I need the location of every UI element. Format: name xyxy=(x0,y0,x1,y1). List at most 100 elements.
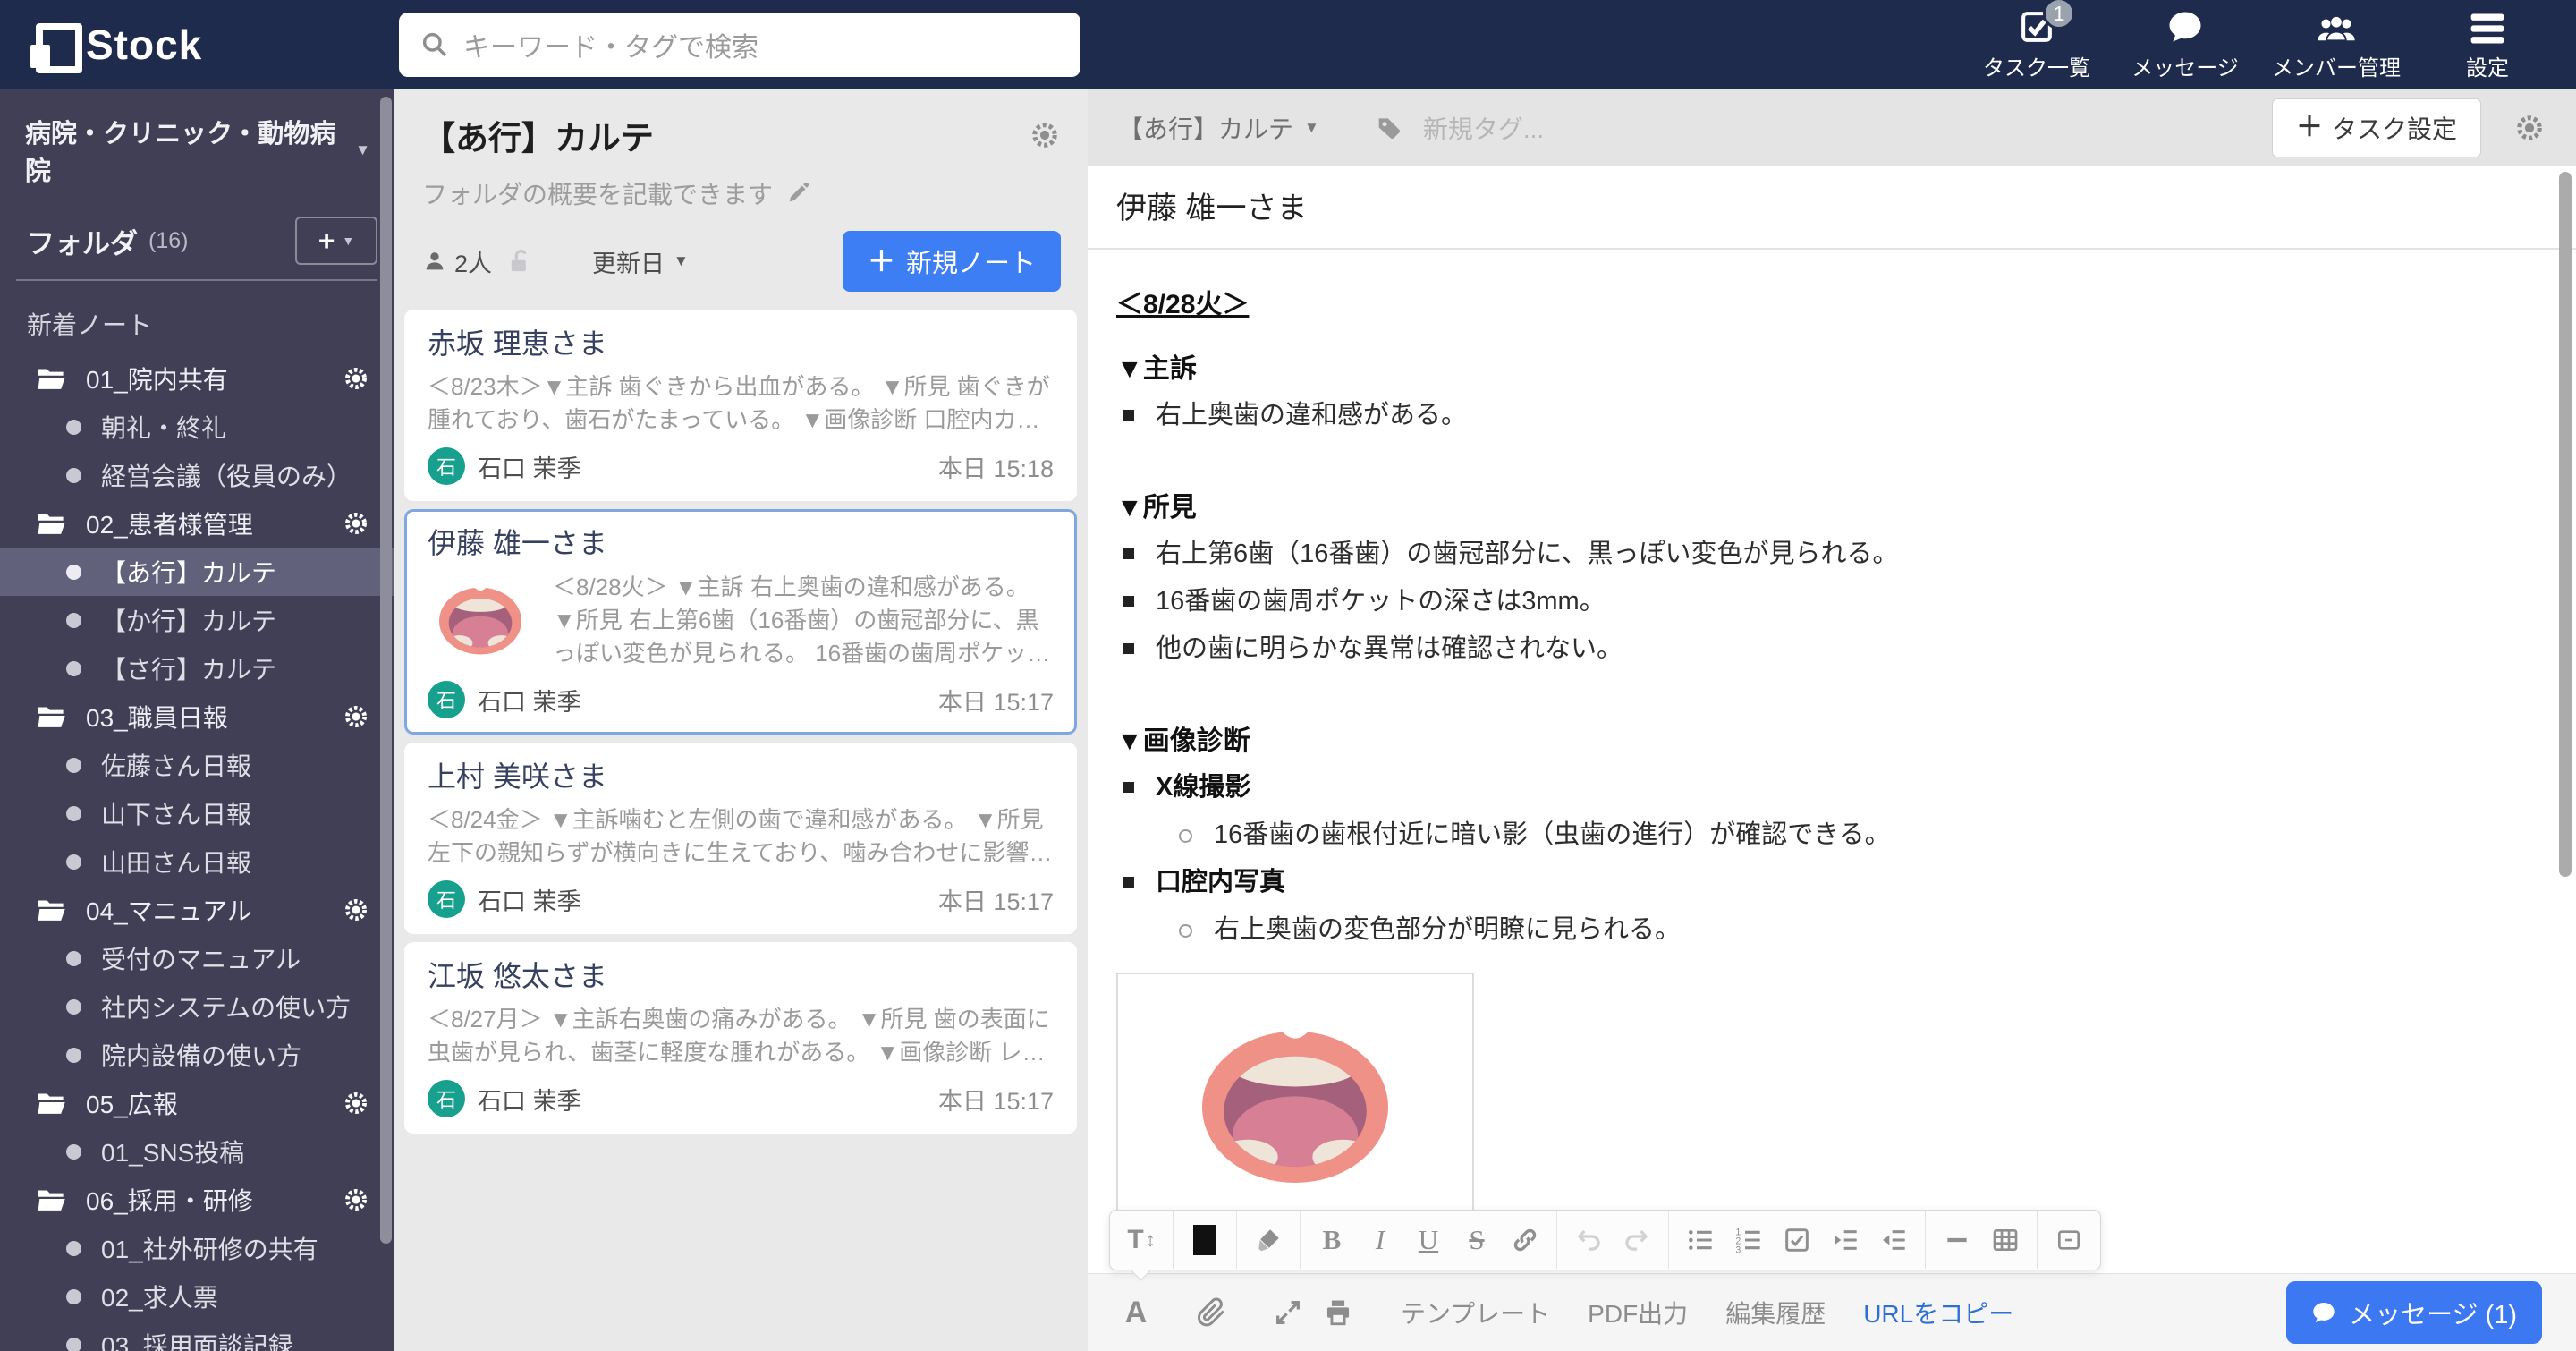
bullet-list-icon[interactable] xyxy=(1676,1216,1724,1264)
sidebar-item[interactable]: 山下さん日報 xyxy=(0,789,394,837)
gear-icon[interactable] xyxy=(342,509,370,538)
footer-link[interactable]: URLをコピー xyxy=(1863,1295,2013,1330)
footer-link[interactable]: テンプレート xyxy=(1401,1295,1550,1330)
gear-icon[interactable] xyxy=(342,1185,370,1214)
sidebar-item[interactable]: 山田さん日報 xyxy=(0,837,394,886)
note-card[interactable]: 上村 美咲さま ＜8/24金＞ ▼主訴噛むと左側の歯で違和感がある。 ▼所見 左… xyxy=(404,743,1077,934)
strikethrough-icon[interactable]: S xyxy=(1453,1216,1501,1264)
add-folder-button[interactable]: + ▼ xyxy=(295,217,377,265)
breadcrumb[interactable]: 【あ行】カルテ ▼ xyxy=(1118,110,1319,146)
table-icon[interactable] xyxy=(1981,1216,2029,1264)
folder-label: 01_院内共有 xyxy=(86,366,228,394)
sidebar-item[interactable]: 02_求人票 xyxy=(0,1272,394,1321)
text-size-icon[interactable]: T ↕ xyxy=(1117,1216,1165,1264)
checkbox-icon[interactable] xyxy=(1773,1216,1821,1264)
app-logo[interactable]: Stock xyxy=(30,0,202,89)
topnav-label: メッセージ xyxy=(2131,56,2239,81)
gear-icon[interactable] xyxy=(342,702,370,731)
footer-link[interactable]: PDF出力 xyxy=(1588,1295,1688,1330)
global-search-input[interactable]: キーワード・タグで検索 xyxy=(399,13,1080,77)
note-list-header: 【あ行】カルテ フォルダの概要を記載できます 2人 更新日 ▼ ＋ 新規ノート xyxy=(394,89,1088,310)
format-toolbar: T ↕ B I U S 1 2 3 xyxy=(1109,1210,2101,1270)
underline-icon[interactable]: U xyxy=(1404,1216,1453,1264)
item-label: 02_求人票 xyxy=(101,1284,218,1312)
note-thumbnail xyxy=(428,570,533,670)
undo-icon[interactable] xyxy=(1564,1216,1613,1264)
bullet-icon xyxy=(66,757,81,773)
note-title[interactable]: 伊藤 雄一さま xyxy=(1116,187,2537,230)
note-author: 石口 茉季 xyxy=(478,888,581,915)
editor-scrollbar[interactable] xyxy=(2559,172,2572,877)
note-preview: ＜8/28火＞ ▼主訴 右上奥歯の違和感がある。 ▼所見 右上第6歯（16番歯）… xyxy=(553,573,1051,667)
topnav-tasks[interactable]: 1 タスク一覧 xyxy=(1962,0,2111,89)
topnav-settings[interactable]: 設定 xyxy=(2413,0,2562,89)
sidebar-item[interactable]: 社内システムの使い方 xyxy=(0,982,394,1031)
sidebar-item[interactable]: 03_採用面談記録 xyxy=(0,1321,394,1351)
folder-icon xyxy=(36,511,68,536)
gear-icon[interactable] xyxy=(342,896,370,924)
task-settings-button[interactable]: ＋ タスク設定 xyxy=(2271,98,2481,157)
folder-description[interactable]: フォルダの概要を記載できます xyxy=(422,175,1061,211)
footer-link[interactable]: 編集履歴 xyxy=(1725,1295,1826,1330)
topnav-members[interactable]: メンバー管理 xyxy=(2259,0,2413,89)
color-icon[interactable] xyxy=(1181,1216,1229,1264)
sidebar-folder[interactable]: 06_採用・研修 xyxy=(0,1176,394,1224)
avatar: 石 xyxy=(428,681,465,718)
new-tag-input[interactable]: 新規タグ... xyxy=(1423,110,1691,146)
settings-icon xyxy=(2468,8,2507,46)
note-card[interactable]: 伊藤 雄一さま ＜8/28火＞ ▼主訴 右上奥歯の違和感がある。 ▼所見 右上第… xyxy=(404,509,1077,735)
gear-icon[interactable] xyxy=(342,364,370,393)
workspace-switcher[interactable]: 病院・クリニック・動物病院 ▼ xyxy=(0,89,394,193)
sidebar-folder[interactable]: 05_広報 xyxy=(0,1079,394,1127)
message-button[interactable]: メッセージ (1) xyxy=(2286,1281,2542,1344)
link-icon[interactable] xyxy=(1501,1216,1549,1264)
sidebar-folder[interactable]: 02_患者様管理 xyxy=(0,499,394,548)
note-editor-body[interactable]: 伊藤 雄一さま ＜8/28火＞ ▼主訴 右上奥歯の違和感がある。 ▼所見 右上第6歯（1… xyxy=(1088,166,2576,1274)
sidebar-item[interactable]: 01_SNS投稿 xyxy=(0,1127,394,1176)
attach-icon[interactable] xyxy=(1187,1287,1237,1338)
search-placeholder: キーワード・タグで検索 xyxy=(463,33,758,63)
new-note-button[interactable]: ＋ 新規ノート xyxy=(842,231,1061,292)
outdent-icon[interactable] xyxy=(1869,1216,1918,1264)
item-label: 【さ行】カルテ xyxy=(101,656,277,684)
bullet-item: 他の歯に明らかな異常は確認されない。 xyxy=(1116,631,2537,667)
sidebar-scrollbar[interactable] xyxy=(380,97,392,1244)
sidebar-item[interactable]: 【さ行】カルテ xyxy=(0,644,394,692)
highlight-icon[interactable] xyxy=(1244,1216,1292,1264)
sidebar-item[interactable]: 【か行】カルテ xyxy=(0,596,394,644)
bold-icon[interactable]: B xyxy=(1308,1216,1356,1264)
note-card[interactable]: 赤坂 理恵さま ＜8/23木＞▼主訴 歯ぐきから出血がある。 ▼所見 歯ぐきが腫… xyxy=(404,310,1077,501)
sidebar-folder[interactable]: 04_マニュアル xyxy=(0,886,394,934)
expand-icon[interactable] xyxy=(1263,1287,1313,1338)
folder-icon xyxy=(36,366,68,391)
sidebar-item-selected[interactable]: 【あ行】カルテ xyxy=(0,548,394,596)
note-settings-gear-icon[interactable] xyxy=(2513,112,2546,144)
redo-icon[interactable] xyxy=(1613,1216,1661,1264)
print-icon[interactable] xyxy=(1313,1287,1363,1338)
sidebar-item[interactable]: 佐藤さん日報 xyxy=(0,741,394,789)
ordered-list-icon[interactable]: 123 xyxy=(1724,1216,1773,1264)
font-icon[interactable]: A xyxy=(1111,1287,1161,1338)
note-card[interactable]: 江坂 悠太さま ＜8/27月＞ ▼主訴右奥歯の痛みがある。 ▼所見 歯の表面に虫… xyxy=(404,942,1077,1134)
hr-icon[interactable] xyxy=(1933,1216,1981,1264)
topnav-message[interactable]: メッセージ xyxy=(2111,0,2259,89)
sidebar-folder[interactable]: 03_職員日報 xyxy=(0,692,394,741)
bullet-marker-icon xyxy=(1179,829,1192,843)
collapse-icon[interactable] xyxy=(2045,1216,2093,1264)
sidebar-item[interactable]: 受付のマニュアル xyxy=(0,934,394,982)
folders-header: フォルダ (16) + ▼ xyxy=(0,193,394,265)
indent-icon[interactable] xyxy=(1821,1216,1869,1264)
member-count[interactable]: 2人 xyxy=(454,244,492,279)
folder-settings-gear-icon[interactable] xyxy=(1029,119,1061,151)
sidebar-item[interactable]: 01_社外研修の共有 xyxy=(0,1224,394,1272)
gear-icon[interactable] xyxy=(342,1089,370,1117)
topnav-label: メンバー管理 xyxy=(2272,56,2401,81)
sidebar-item[interactable]: 朝礼・終礼 xyxy=(0,403,394,451)
italic-icon[interactable]: I xyxy=(1356,1216,1404,1264)
sort-selector[interactable]: 更新日 ▼ xyxy=(592,244,689,279)
sidebar-item[interactable]: 院内設備の使い方 xyxy=(0,1031,394,1079)
sidebar-item-new-notes[interactable]: 新着ノート xyxy=(0,281,394,354)
sidebar-folder[interactable]: 01_院内共有 xyxy=(0,354,394,403)
sidebar-item[interactable]: 経営会議（役員のみ） xyxy=(0,451,394,499)
